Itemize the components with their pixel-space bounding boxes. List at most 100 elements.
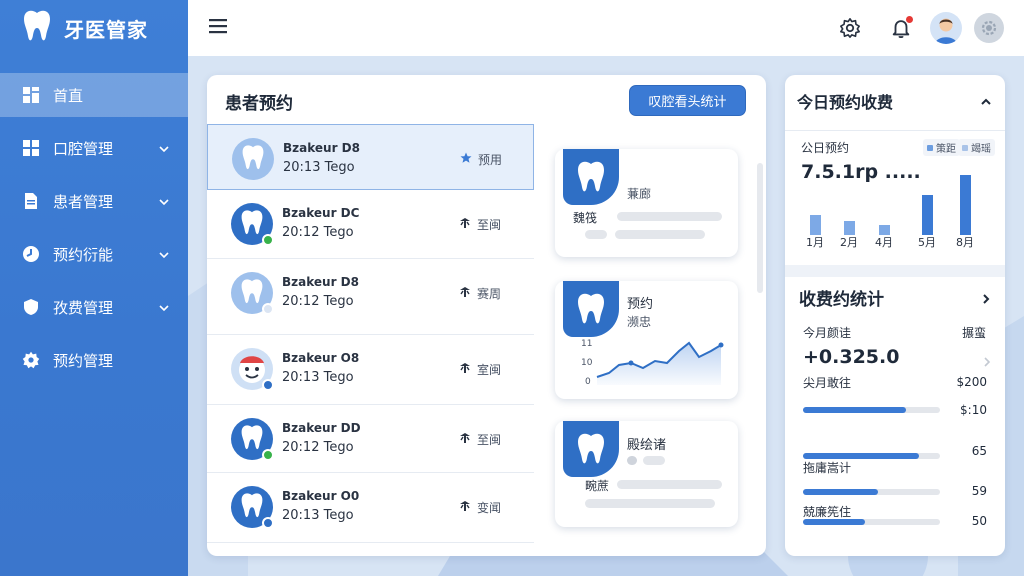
chevron-up-icon[interactable] (980, 93, 992, 112)
placeholder-line (585, 230, 607, 239)
notification-badge (905, 15, 914, 24)
sidebar-item-label: 口腔管理 (53, 139, 114, 158)
table-row[interactable]: Bzakeur DC 20:12 Tego 至闽 (207, 190, 534, 259)
bell-icon[interactable] (888, 15, 914, 41)
appointment-status: 赛周 (459, 285, 501, 302)
sidebar-item-4[interactable]: 预约衍能 (0, 232, 188, 276)
chevron-down-icon[interactable] (158, 194, 170, 212)
stat-value: 65 (971, 444, 987, 458)
patient-avatar (232, 138, 274, 180)
y-axis-label: 0 (585, 377, 591, 387)
info-card-3[interactable]: 殿绘诸 畹蔗 (555, 421, 738, 527)
today-label: 公日预约 (801, 141, 850, 155)
placeholder-line (615, 230, 705, 239)
pin-icon (459, 362, 471, 377)
patient-name: Bzakeur O0 (282, 489, 360, 503)
progress-bar (803, 489, 940, 495)
sidebar-item-2[interactable]: 口腔管理 (0, 126, 188, 170)
stat-label: 拖庸嵩计 (803, 461, 852, 475)
placeholder-line (617, 480, 722, 489)
settings-icon[interactable] (974, 13, 1004, 43)
card-title: 患者预约 (225, 94, 293, 114)
appointment-time: 20:12 Tego (282, 225, 354, 240)
stat-value: $200 (956, 375, 987, 389)
sidebar-item-label: 孜费管理 (53, 298, 114, 317)
chevron-right-icon[interactable] (980, 290, 992, 309)
apps-icon (22, 139, 40, 157)
bar-2月 (844, 221, 855, 235)
progress-fill (803, 519, 865, 525)
section-separator (785, 265, 1005, 277)
menu-icon[interactable] (208, 16, 228, 36)
chevron-down-icon[interactable] (158, 300, 170, 318)
status-badge (262, 517, 274, 529)
stat-value: $:10 (960, 403, 987, 417)
appointment-time: 20:13 Tego (282, 370, 354, 385)
placeholder-line (617, 212, 722, 221)
tooth-icon (563, 281, 619, 337)
shield-icon (22, 298, 40, 316)
chevron-down-icon[interactable] (158, 141, 170, 159)
y-axis-label: 11 (581, 339, 593, 349)
card-subtitle: 濒忠 (627, 315, 652, 329)
legend-item: 策距 (923, 139, 960, 156)
sidebar-item-1[interactable]: 首直 (0, 73, 188, 117)
patient-name: Bzakeur DD (282, 421, 361, 435)
divider (785, 130, 1005, 131)
month-value: +0.325.0 (803, 346, 900, 368)
trend-line-chart (596, 341, 724, 385)
table-row[interactable]: Bzakeur O0 20:13 Tego 变闻 (207, 473, 534, 543)
progress-bar (803, 453, 940, 459)
scrollbar[interactable] (757, 163, 763, 293)
gear-icon (22, 351, 40, 369)
tooth-icon (563, 149, 619, 205)
chevron-right-icon[interactable] (982, 353, 992, 372)
sidebar-item-label: 预约衍能 (53, 245, 114, 264)
avatar[interactable] (930, 12, 962, 44)
stat-label: 兢廉筅住 (803, 505, 852, 519)
top-bar (188, 0, 1024, 56)
status-label: 预用 (478, 153, 503, 167)
app-title: 牙医管家 (64, 17, 148, 42)
sidebar-item-3[interactable]: 患者管理 (0, 179, 188, 223)
gear-icon[interactable] (837, 15, 863, 41)
patient-appointments-card: 患者预约 叹腔看头统计 Bzakeur D8 20:13 Tego 预用 Bzakeu… (207, 75, 766, 556)
x-tick-label: 5月 (918, 236, 936, 249)
pin-icon (459, 217, 471, 232)
status-badge (262, 234, 274, 246)
patient-list: Bzakeur D8 20:13 Tego 预用 Bzakeur DC 20:12 Te… (207, 124, 534, 543)
bar-4月 (879, 225, 890, 235)
monthly-bar-chart: 1月 2月 4月 5月 8月 (806, 175, 974, 249)
placeholder-line (627, 456, 637, 465)
clock-icon (22, 245, 40, 263)
month-label: 今月颜诖 (803, 326, 852, 340)
card-title: 蒹廊 (627, 187, 652, 201)
legend-label: 竭瑶 (971, 144, 991, 155)
brand[interactable]: 牙医管家 (22, 10, 148, 46)
info-card-1[interactable]: 蒹廊 魏筏 (555, 149, 738, 257)
sidebar-item-label: 首直 (53, 86, 84, 105)
card-subtitle: 魏筏 (573, 211, 598, 225)
sidebar-item-6[interactable]: 预约管理 (0, 338, 188, 382)
document-icon (22, 192, 40, 210)
tooth-logo-icon (22, 9, 52, 47)
info-card-2[interactable]: 预约 濒忠 11 10 0 (555, 281, 738, 399)
bar-5月 (922, 195, 933, 235)
status-label: 赛周 (477, 287, 502, 301)
status-label: 室闽 (477, 363, 502, 377)
placeholder-line (643, 456, 665, 465)
y-axis-label: 10 (581, 358, 593, 368)
sidebar-item-5[interactable]: 孜费管理 (0, 285, 188, 329)
table-row[interactable]: Bzakeur D8 20:13 Tego 预用 (207, 124, 534, 190)
star-icon (460, 152, 472, 167)
progress-fill (803, 407, 906, 413)
patient-name: Bzakeur D8 (282, 275, 359, 289)
stats-button[interactable]: 叹腔看头统计 (629, 85, 746, 116)
chevron-down-icon[interactable] (158, 247, 170, 265)
table-row[interactable]: Bzakeur O8 20:13 Tego 室闽 (207, 335, 534, 405)
status-badge (262, 379, 274, 391)
table-row[interactable]: Bzakeur D8 20:12 Tego 赛周 (207, 259, 534, 335)
appointment-status: 至闽 (459, 431, 501, 448)
appointment-status: 变闻 (459, 499, 501, 516)
table-row[interactable]: Bzakeur DD 20:12 Tego 至闽 (207, 405, 534, 473)
